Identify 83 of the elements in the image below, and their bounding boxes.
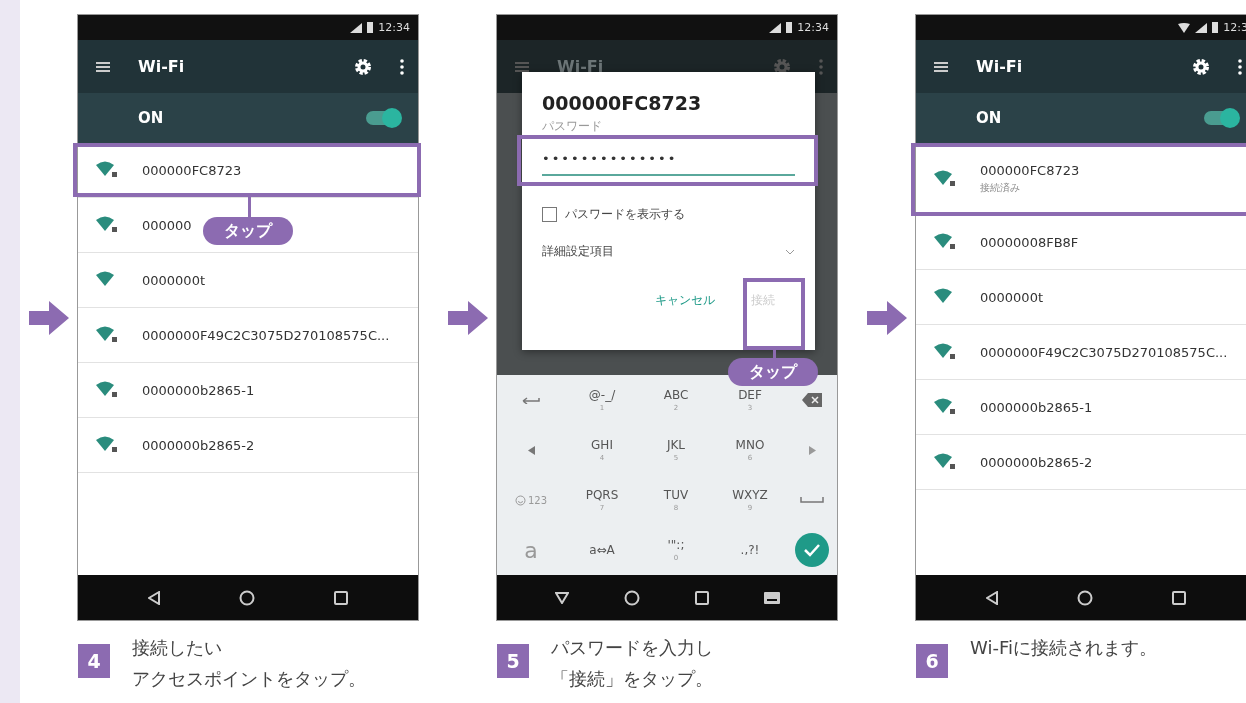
chevron-icon[interactable] — [785, 248, 795, 255]
network-row[interactable]: 0000000t — [916, 270, 1246, 325]
back-icon[interactable] — [147, 590, 160, 605]
advanced-options-label: 詳細設定項目 — [542, 243, 614, 260]
home-icon[interactable] — [623, 589, 640, 606]
screen-title: Wi-Fi — [138, 57, 186, 76]
menu-icon[interactable] — [96, 61, 110, 72]
dialog-button[interactable]: キャンセル — [645, 286, 725, 315]
battery-icon — [786, 22, 793, 33]
network-row[interactable]: 0000000F49C2C3075D270108575C... — [916, 325, 1246, 380]
keyboard-icon[interactable] — [763, 591, 780, 604]
smiley-icon — [514, 494, 526, 506]
network-name: 0000000t — [142, 272, 205, 288]
wifi-switch-label: ON — [976, 109, 1003, 127]
network-name: 00000008FB8F — [980, 234, 1079, 250]
undo-icon[interactable] — [521, 396, 541, 404]
more-icon[interactable] — [400, 58, 404, 75]
wifi-switch-label: ON — [138, 109, 165, 127]
left-cursor-icon[interactable] — [527, 445, 535, 455]
signal-icon — [1195, 22, 1208, 33]
field-label: パスワード — [542, 118, 603, 135]
network-name: 0000000F49C2C3075D270108575C... — [142, 327, 390, 343]
tap-callout: タップ — [728, 358, 818, 386]
arrow-right-icon — [867, 300, 907, 335]
keyboard-key[interactable]: .,?! — [740, 543, 760, 557]
step-caption: アクセスポイントをタップ。 — [132, 667, 366, 691]
password-field[interactable]: •••••••••••••• — [542, 145, 795, 176]
network-name: 0000000b2865-2 — [142, 437, 255, 453]
step-number: 6 — [916, 644, 948, 678]
network-name: 0000000t — [980, 289, 1043, 305]
dialog-title: 000000FC8723 — [542, 92, 703, 114]
network-name: 000000FC8723 — [142, 162, 242, 178]
more-icon[interactable] — [1238, 58, 1242, 75]
network-row[interactable]: 0000000b2865-1 — [916, 380, 1246, 435]
network-status: 接続済み — [980, 180, 1021, 195]
arrow-right-icon — [448, 300, 488, 335]
recents-icon[interactable] — [334, 590, 349, 605]
home-icon[interactable] — [1077, 589, 1093, 606]
battery-icon — [1212, 22, 1219, 33]
home-icon[interactable] — [239, 589, 255, 606]
step-caption: 「接続」をタップ。 — [551, 667, 713, 691]
battery-icon — [367, 22, 374, 33]
network-name: 0000000F49C2C3075D270108575C... — [980, 344, 1228, 360]
network-row[interactable]: 0000000b2865-2 — [78, 418, 418, 473]
network-row[interactable]: 0000000b2865-1 — [78, 363, 418, 418]
step-caption: パスワードを入力し — [551, 636, 713, 660]
network-name: 0000000b2865-1 — [142, 382, 255, 398]
network-row[interactable]: 000000FC8723 — [78, 143, 418, 198]
backspace-icon[interactable] — [802, 393, 822, 407]
confirm-check-icon[interactable] — [795, 533, 829, 567]
status-time: 12:34 — [797, 21, 829, 34]
network-name: 0000000b2865-2 — [980, 454, 1093, 470]
back-icon[interactable] — [985, 590, 998, 605]
wifi-toggle[interactable] — [366, 111, 400, 125]
network-name: 0000000b2865-1 — [980, 399, 1093, 415]
step-caption: 接続したい — [132, 636, 223, 660]
network-name: 000000 — [142, 217, 192, 233]
step-number: 4 — [78, 644, 110, 678]
network-row[interactable]: 0000000t — [78, 253, 418, 308]
screen-title: Wi-Fi — [976, 57, 1024, 76]
network-row[interactable]: 00000008FB8F — [916, 215, 1246, 270]
network-row[interactable]: 0000000b2865-2 — [916, 435, 1246, 490]
arrow-right-icon — [29, 300, 69, 335]
wifi-toggle[interactable] — [1204, 111, 1238, 125]
recents-icon[interactable] — [1172, 590, 1187, 605]
screen-title: Wi-Fi — [557, 57, 605, 76]
network-name: 000000FC8723 — [980, 162, 1080, 178]
status-time: 12:34 — [378, 21, 410, 34]
hide-keyboard-icon[interactable] — [554, 591, 569, 604]
space-icon[interactable] — [800, 497, 824, 503]
network-row[interactable]: 0000000F49C2C3075D270108575C... — [78, 308, 418, 363]
signal-icon — [350, 22, 363, 33]
step-number: 5 — [497, 644, 529, 678]
leader-line — [248, 197, 251, 217]
tap-callout: タップ — [203, 217, 293, 245]
recents-icon[interactable] — [694, 590, 709, 605]
keyboard-key[interactable]: a⇔A — [589, 543, 615, 557]
signal-icon — [769, 22, 782, 33]
step-caption: Wi-Fiに接続されます。 — [970, 636, 1157, 660]
checkbox[interactable] — [542, 207, 557, 222]
checkbox-label: パスワードを表示する — [565, 206, 685, 223]
network-row[interactable]: 000000FC8723 接続済み — [916, 143, 1246, 215]
menu-icon[interactable] — [934, 61, 948, 72]
